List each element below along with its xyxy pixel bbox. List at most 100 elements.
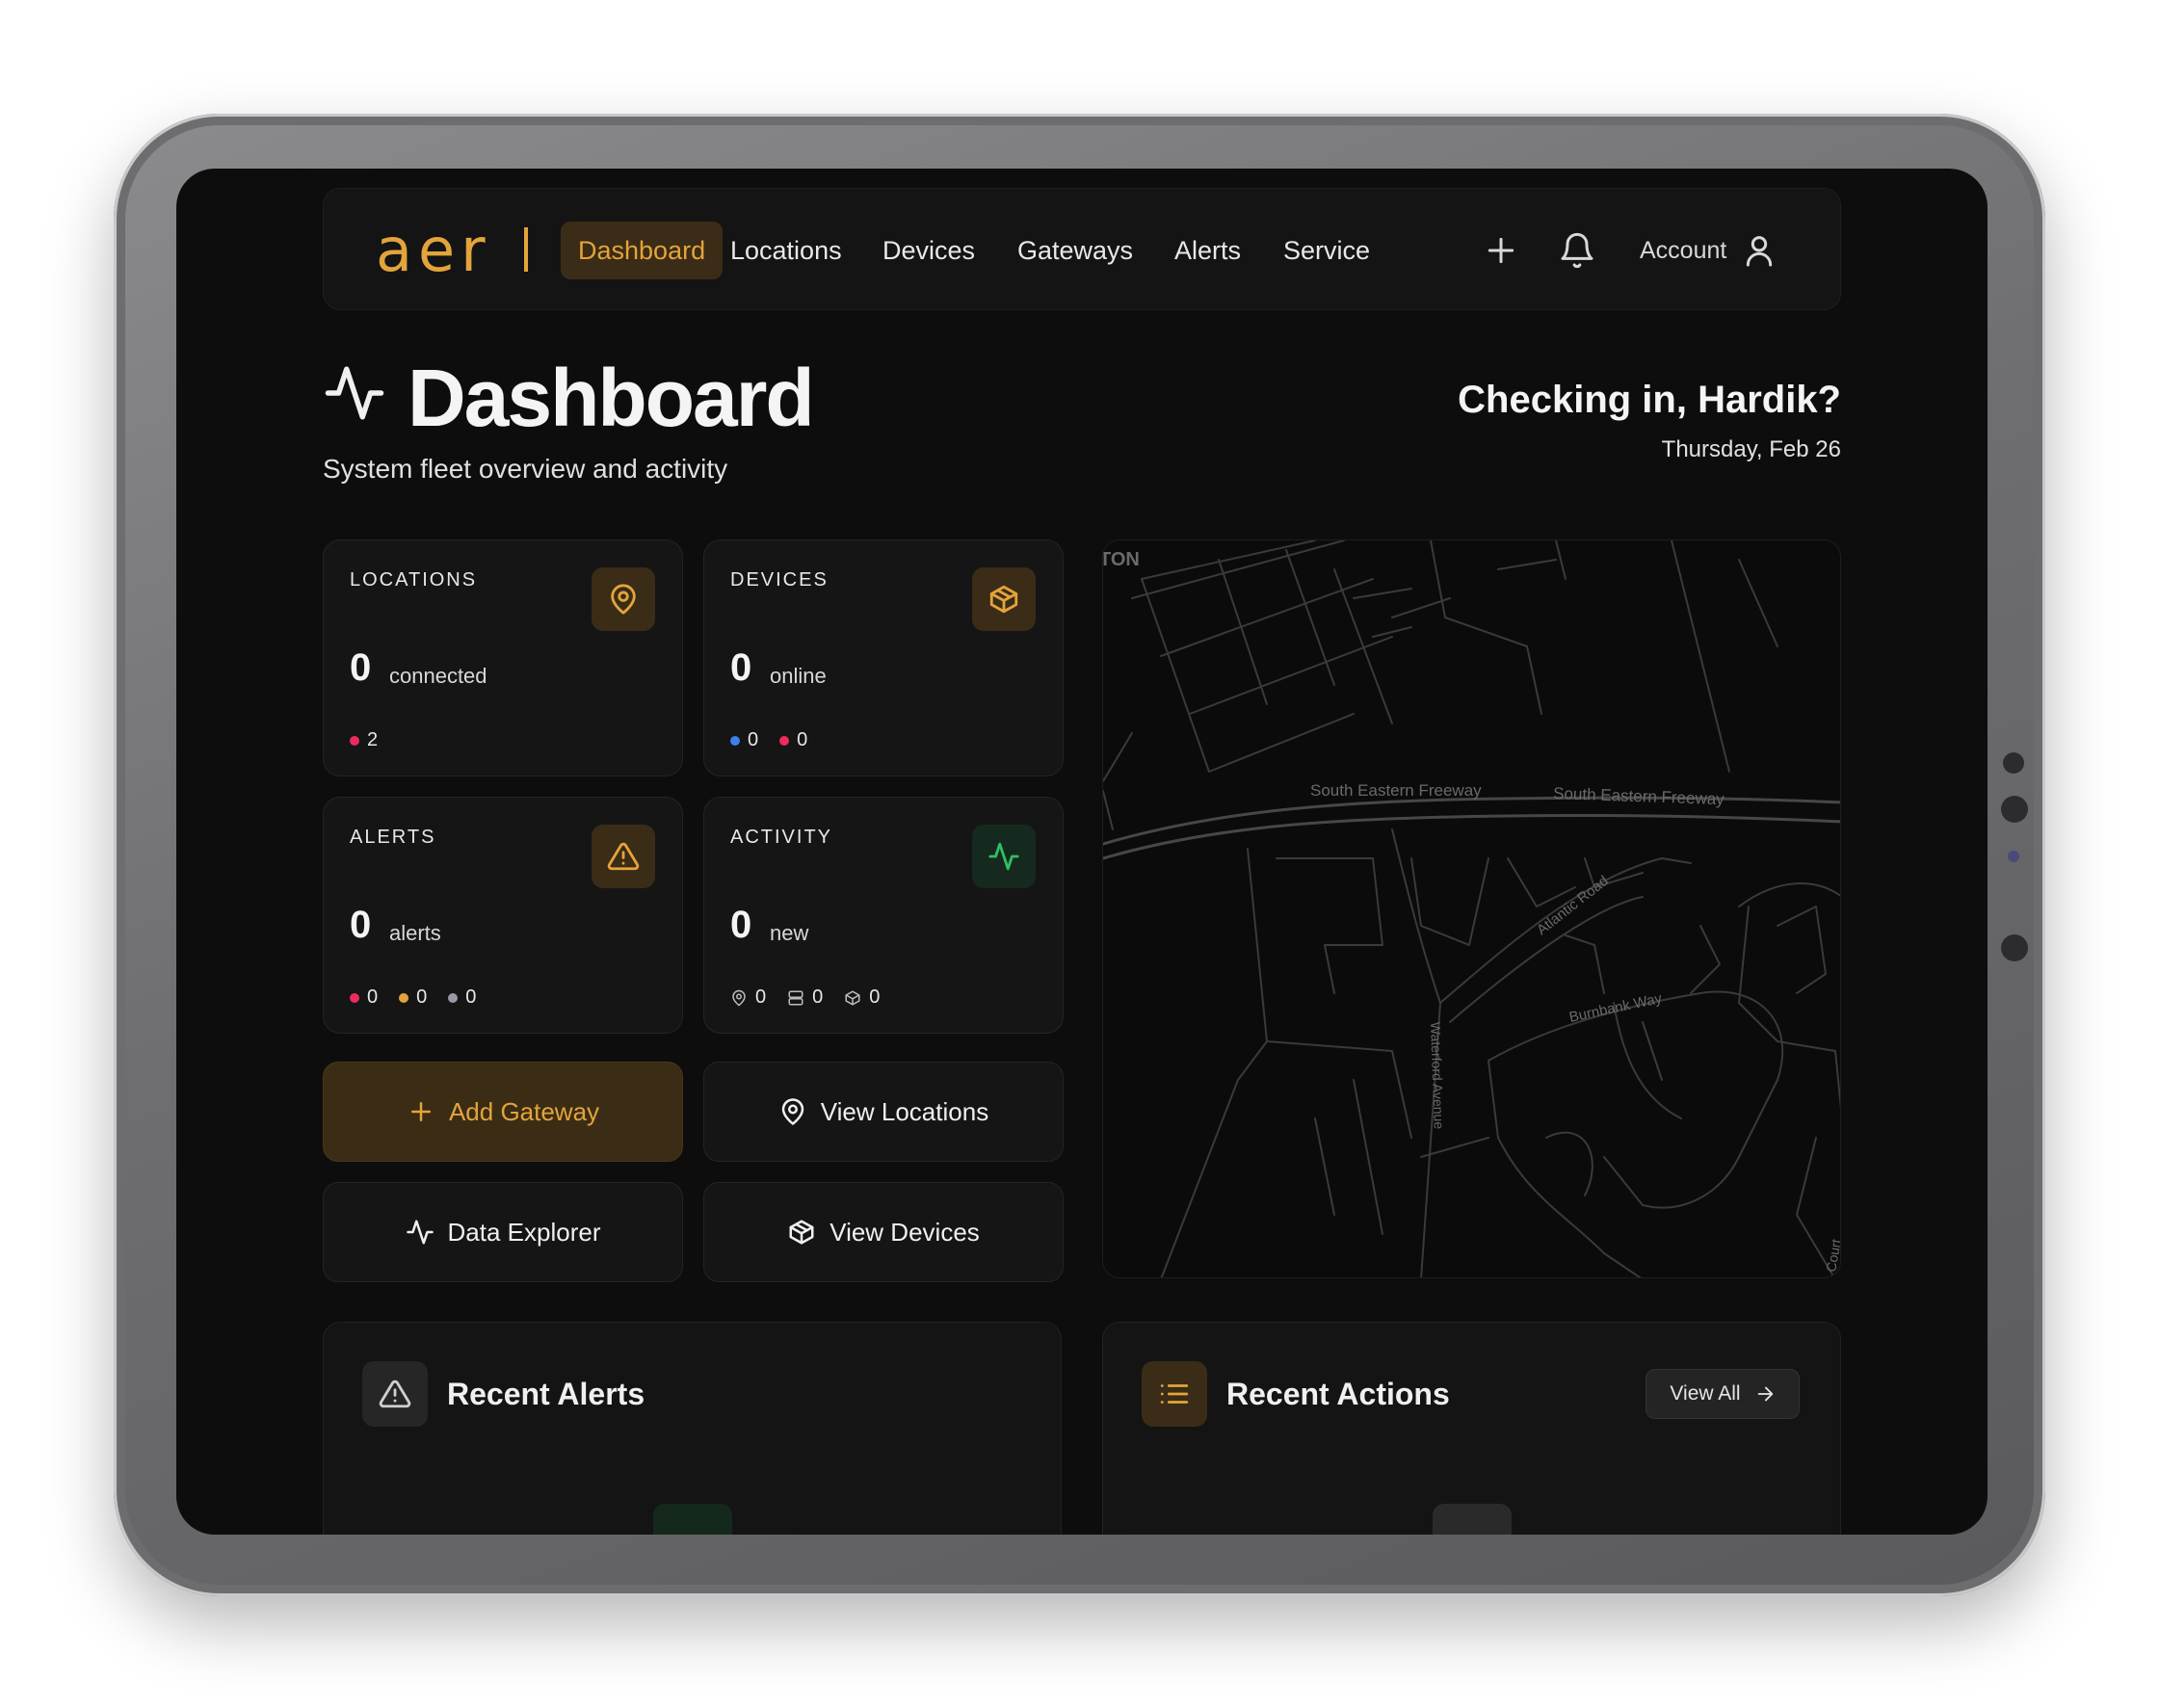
alerts-card[interactable]: ALERTS 0 alerts 0 0 0 [323,797,683,1034]
brand-logo[interactable]: aer [376,221,491,280]
card-value: 0 [350,646,372,689]
side-sensor [2003,752,2024,774]
plus-icon[interactable] [1482,231,1520,270]
status-dot-offline [779,735,790,746]
package-icon [789,1220,814,1245]
status-dot-info [730,735,740,746]
server-icon [788,990,803,1005]
map-label-freeway: South Eastern Freeway [1310,781,1482,800]
activity-icon [325,366,384,420]
nav-item-dashboard[interactable]: Dashboard [561,222,724,279]
card-value: 0 [350,904,372,946]
map-pin-icon [781,1098,804,1125]
card-value: 0 [730,646,752,689]
critical-count: 0 [367,986,379,1008]
map-labels: TON South Eastern Freeway South Eastern … [1103,549,1841,1274]
card-breakdown: 2 [350,729,378,751]
device-activity-count: 0 [869,986,881,1008]
card-label: LOCATIONS [350,569,478,591]
card-breakdown: 0 0 0 [730,986,880,1009]
arrow-right-icon [1757,1386,1773,1402]
locations-card[interactable]: LOCATIONS 0 connected 2 [323,539,683,776]
card-label: ALERTS [350,827,436,848]
side-button [2001,934,2028,961]
warning-count: 0 [416,986,428,1008]
activity-icon [406,1220,434,1245]
activity-card[interactable]: ACTIVITY 0 new 0 0 0 [703,797,1064,1034]
nav-item-service[interactable]: Service [1266,222,1387,279]
card-icon-box [592,825,655,888]
package-icon [845,989,860,1006]
bell-icon[interactable] [1558,231,1596,270]
data-explorer-button[interactable]: Data Explorer [323,1182,683,1282]
devices-card[interactable]: DEVICES 0 online 0 0 [703,539,1064,776]
map-label-road: Waterford Avenue [1428,1022,1447,1130]
data-explorer-label: Data Explorer [447,1217,601,1247]
status-dot-info [448,992,459,1003]
view-devices-label: View Devices [829,1217,980,1247]
panel-icon-box [1142,1361,1207,1427]
status-dot-critical [350,992,359,1003]
status-dot-offline [350,735,359,746]
card-unit: new [770,921,809,945]
panel-icon-box [362,1361,428,1427]
card-icon-box [972,825,1036,888]
page-subtitle: System fleet overview and activity [323,454,728,484]
view-all-button[interactable]: View All [1646,1369,1800,1419]
info-count: 0 [465,986,477,1008]
offline-count: 0 [797,729,808,750]
view-locations-label: View Locations [820,1096,989,1126]
map-pin-icon [732,989,746,1006]
nav-item-locations[interactable]: Locations [713,222,859,279]
panel-title: Recent Alerts [447,1377,645,1411]
status-dot-warning [399,992,409,1003]
user-icon[interactable] [1740,231,1778,270]
recent-alerts-panel: Recent Alerts [323,1322,1062,1535]
activity-icon [988,842,1019,871]
warning-icon [379,1380,411,1408]
gateway-activity-count: 0 [812,986,824,1008]
card-label: DEVICES [730,569,829,591]
map-pin-icon [611,584,636,615]
card-unit: alerts [389,921,441,945]
view-devices-button[interactable]: View Devices [703,1182,1064,1282]
empty-state-icon-box [653,1504,732,1535]
app-screen: aer Dashboard Locations Devices Gateways… [176,169,1988,1535]
current-date: Thursday, Feb 26 [1661,436,1841,462]
card-breakdown: 0 0 0 [350,986,476,1009]
card-unit: connected [389,664,487,688]
add-gateway-button[interactable]: Add Gateway [323,1062,683,1162]
brand-logo-bar [524,227,528,272]
fleet-map[interactable]: TON South Eastern Freeway South Eastern … [1102,539,1841,1278]
list-icon [1160,1384,1189,1404]
map-label-road: Burnbank Way [1567,990,1664,1026]
card-label: ACTIVITY [730,827,833,848]
info-count: 0 [748,729,759,750]
greeting: Checking in, Hardik? [1458,379,1841,421]
account-label[interactable]: Account [1640,222,1726,279]
card-breakdown: 0 0 [730,729,807,751]
card-unit: online [770,664,827,688]
page-title: Dashboard [408,353,815,443]
view-all-label: View All [1670,1382,1741,1405]
offline-count: 2 [367,729,379,750]
panel-title: Recent Actions [1226,1377,1450,1411]
nav-item-gateways[interactable]: Gateways [1000,222,1150,279]
map-label-area: TON [1103,549,1140,570]
card-icon-box [592,567,655,631]
map-label-road: Court [1823,1238,1841,1274]
nav-item-devices[interactable]: Devices [865,222,992,279]
top-nav: aer Dashboard Locations Devices Gateways… [323,188,1841,310]
location-activity-count: 0 [755,986,767,1008]
card-icon-box [972,567,1036,631]
nav-item-alerts[interactable]: Alerts [1157,222,1258,279]
side-light [2008,851,2019,862]
map-label-road: Atlantic Road [1534,873,1612,938]
warning-icon [607,842,640,871]
view-locations-button[interactable]: View Locations [703,1062,1064,1162]
map-label-freeway: South Eastern Freeway [1553,784,1725,808]
recent-actions-panel: Recent Actions View All [1102,1322,1841,1535]
plus-icon [410,1102,431,1121]
empty-state-icon-box [1433,1504,1512,1535]
package-icon [989,585,1018,614]
